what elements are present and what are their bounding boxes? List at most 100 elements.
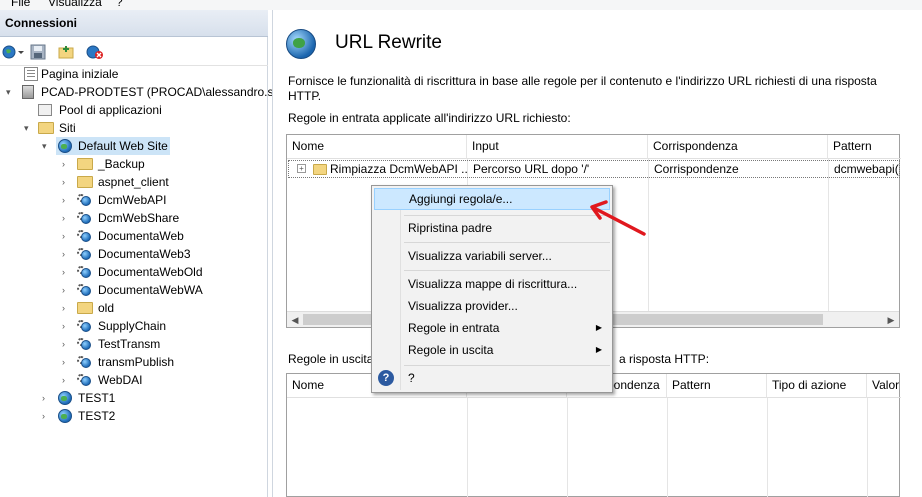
menu-item-revert-parent[interactable]: Ripristina padre — [374, 217, 610, 239]
annotation-arrow-icon — [590, 200, 646, 236]
column-divider — [467, 398, 468, 497]
tree-item-documentaweb-wa[interactable]: › DocumentaWebWA — [0, 281, 268, 299]
tree-item-start-page[interactable]: Pagina iniziale — [0, 65, 268, 83]
save-icon[interactable] — [30, 44, 46, 60]
tree-item-testtransm[interactable]: › TestTransm — [0, 335, 268, 353]
tree-item-sites[interactable]: ▾ Siti — [0, 119, 268, 137]
tree-item-webdai[interactable]: › WebDAI — [0, 371, 268, 389]
tree-item-app-pools[interactable]: Pool di applicazioni — [0, 101, 268, 119]
expand-icon[interactable]: › — [62, 375, 72, 385]
tree-item-backup[interactable]: › _Backup — [0, 155, 268, 173]
tree-item-documentaweb-old[interactable]: › DocumentaWebOld — [0, 263, 268, 281]
app-pool-icon — [38, 104, 52, 116]
expand-icon[interactable]: › — [62, 321, 72, 331]
expand-icon[interactable]: › — [62, 159, 72, 169]
globe-icon — [58, 409, 72, 423]
menu-file[interactable]: File — [11, 0, 30, 9]
menu-item-label: Regole in uscita — [408, 343, 494, 357]
server-icon — [22, 85, 34, 99]
tree-label: PCAD-PRODTEST (PROCAD\alessandro.sgr — [41, 85, 285, 99]
tree-label: Pool di applicazioni — [59, 103, 162, 117]
sites-folder-icon — [38, 122, 54, 134]
expand-row-icon[interactable]: + — [297, 164, 306, 173]
tree-item-aspnet-client[interactable]: › aspnet_client — [0, 173, 268, 191]
column-header-input[interactable]: Input — [467, 135, 648, 159]
web-app-icon — [77, 373, 91, 387]
start-page-icon — [24, 67, 38, 81]
context-menu: Aggiungi regola/e... Ripristina padre Vi… — [371, 185, 613, 393]
submenu-arrow-icon: ▶ — [595, 345, 602, 354]
column-divider — [567, 398, 568, 497]
tree-label: DocumentaWebWA — [98, 283, 203, 297]
scroll-left-icon[interactable]: ◀ — [289, 314, 301, 326]
menubar: File Visualizza ? — [0, 0, 922, 10]
expand-icon[interactable]: › — [62, 195, 72, 205]
tree-item-dcmwebapi[interactable]: › DcmWebAPI — [0, 191, 268, 209]
outbound-label-right: a risposta HTTP: — [619, 352, 710, 366]
scroll-right-icon[interactable]: ▶ — [885, 314, 897, 326]
expand-icon[interactable]: › — [62, 249, 72, 259]
column-divider — [867, 398, 868, 497]
expand-icon[interactable]: › — [62, 357, 72, 367]
menu-item-outbound-rules[interactable]: Regole in uscita ▶ — [374, 339, 610, 361]
column-header-name[interactable]: Nome — [287, 135, 467, 159]
tree-item-documentaweb3[interactable]: › DocumentaWeb3 — [0, 245, 268, 263]
tree-item-supplychain[interactable]: › SupplyChain — [0, 317, 268, 335]
menu-separator — [404, 365, 610, 366]
menu-item-inbound-rules[interactable]: Regole in entrata ▶ — [374, 317, 610, 339]
menu-item-rewrite-maps[interactable]: Visualizza mappe di riscrittura... — [374, 273, 610, 295]
menu-item-providers[interactable]: Visualizza provider... — [374, 295, 610, 317]
tree-item-old[interactable]: › old — [0, 299, 268, 317]
menu-item-help[interactable]: ? — [374, 367, 610, 389]
inbound-rules-label: Regole in entrata applicate all'indirizz… — [288, 111, 571, 125]
collapse-icon[interactable]: ▾ — [6, 87, 16, 97]
expand-icon[interactable]: › — [62, 267, 72, 277]
tree-label: TEST2 — [78, 409, 116, 423]
column-header-pattern[interactable]: Pattern — [667, 374, 767, 398]
tree-item-test2[interactable]: › TEST2 — [0, 407, 268, 425]
tree-item-default-web-site-row[interactable]: ▾ Default Web Site — [0, 137, 268, 155]
disconnect-icon[interactable] — [86, 44, 103, 60]
tree-label: DocumentaWeb — [98, 229, 184, 243]
expand-icon[interactable]: › — [62, 213, 72, 223]
connect-globe-icon[interactable] — [2, 44, 24, 60]
column-header-action-type[interactable]: Tipo di azione — [767, 374, 867, 398]
menu-help[interactable]: ? — [116, 0, 123, 9]
column-header-match[interactable]: Corrispondenza — [648, 135, 828, 159]
tree-item-documentaweb[interactable]: › DocumentaWeb — [0, 227, 268, 245]
iis-manager-window: File Visualizza ? Connessioni Pagina ini… — [0, 0, 922, 497]
web-app-icon — [77, 247, 91, 261]
tree-label: DcmWebShare — [98, 211, 180, 225]
expand-icon[interactable]: › — [62, 177, 72, 187]
expand-icon[interactable]: › — [62, 231, 72, 241]
add-folder-icon[interactable] — [58, 44, 74, 60]
expand-icon[interactable]: › — [62, 303, 72, 313]
menu-item-server-variables[interactable]: Visualizza variabili server... — [374, 245, 610, 267]
tree-item-server[interactable]: ▾ PCAD-PRODTEST (PROCAD\alessandro.sgr — [0, 83, 284, 101]
tree-label: _Backup — [98, 157, 145, 171]
tree-label: Default Web Site — [78, 139, 168, 153]
column-header-pattern[interactable]: Pattern — [828, 135, 901, 159]
tree-label: TEST1 — [78, 391, 116, 405]
collapse-icon[interactable]: ▾ — [24, 123, 34, 133]
collapse-icon[interactable]: ▾ — [42, 141, 52, 151]
expand-icon[interactable]: › — [42, 393, 52, 403]
tree-label: aspnet_client — [98, 175, 169, 189]
tree-label: DcmWebAPI — [98, 193, 167, 207]
menu-item-add-rules[interactable]: Aggiungi regola/e... — [374, 188, 610, 210]
web-app-icon — [77, 283, 91, 297]
rule-match: Corrispondenze — [654, 162, 739, 176]
folder-icon — [77, 158, 93, 170]
tree-item-test1[interactable]: › TEST1 — [0, 389, 268, 407]
rule-input: Percorso URL dopo '/' — [473, 162, 590, 176]
menu-view[interactable]: Visualizza — [48, 0, 102, 9]
expand-icon[interactable]: › — [42, 411, 52, 421]
tree-item-transmpublish[interactable]: › transmPublish — [0, 353, 268, 371]
tree-item-dcmwebshare[interactable]: › DcmWebShare — [0, 209, 268, 227]
column-header-value[interactable]: Valor — [867, 374, 901, 398]
expand-icon[interactable]: › — [62, 339, 72, 349]
expand-icon[interactable]: › — [62, 285, 72, 295]
connections-toolbar — [0, 38, 268, 66]
connections-header: Connessioni — [0, 10, 268, 37]
table-row[interactable]: + Rimpiazza DcmWebAPI ... Percorso URL d… — [288, 160, 900, 178]
